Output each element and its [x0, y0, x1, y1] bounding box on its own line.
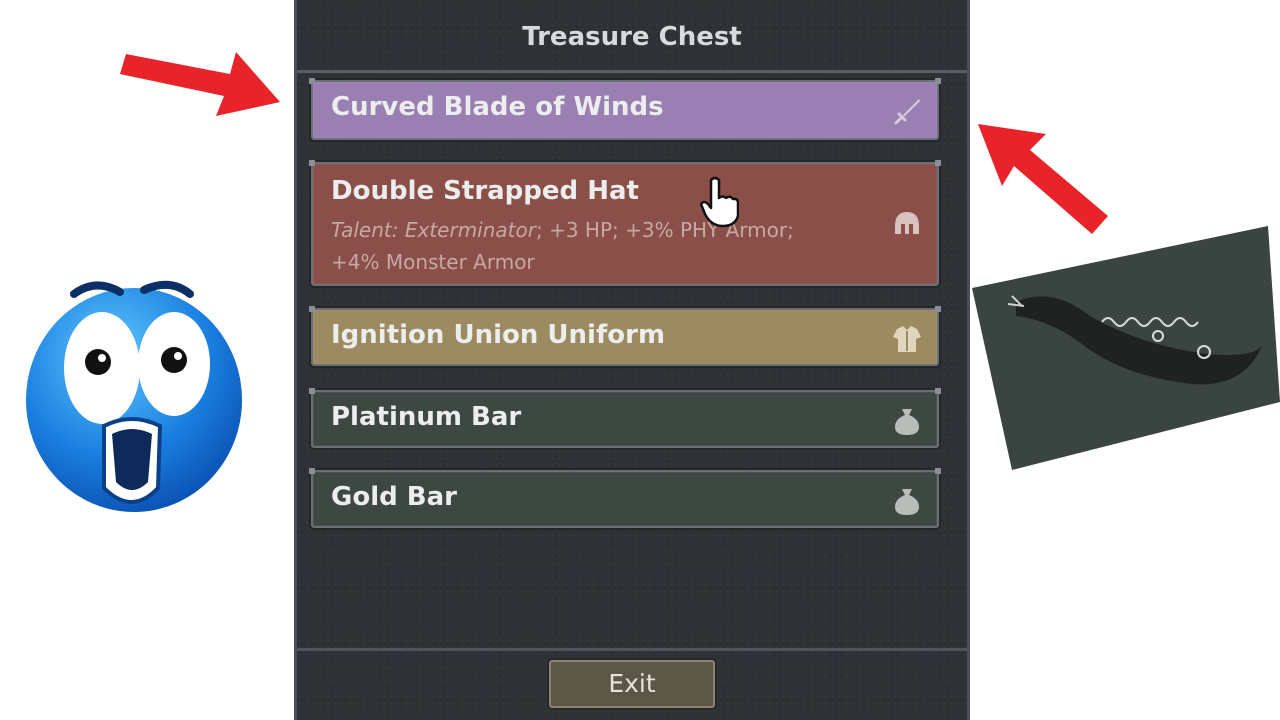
loot-item-platinum-bar[interactable]: Platinum Bar: [309, 388, 941, 448]
item-name: Double Strapped Hat: [331, 176, 639, 206]
shocked-face-emoji: [26, 280, 242, 512]
item-description: Talent: Exterminator; +3 HP; +3% PHY Arm…: [331, 218, 794, 274]
exit-button[interactable]: Exit: [549, 660, 715, 708]
left-red-arrow: [120, 52, 280, 116]
loot-item-gold-bar[interactable]: Gold Bar: [309, 468, 941, 528]
helmet-icon: [895, 212, 919, 234]
item-name: Curved Blade of Winds: [331, 92, 664, 122]
pouch-icon: [895, 489, 919, 515]
sword-icon: [894, 99, 920, 125]
item-name: Platinum Bar: [331, 402, 522, 432]
panel-title: Treasure Chest: [522, 22, 742, 52]
loot-item-curved-blade[interactable]: Curved Blade of Winds: [309, 78, 941, 140]
item-name: Ignition Union Uniform: [331, 320, 666, 350]
right-red-arrow: [978, 124, 1108, 234]
item-name: Gold Bar: [331, 482, 457, 512]
armor-icon: [893, 326, 921, 352]
hand-cursor-icon: [699, 176, 739, 228]
loot-item-double-strapped-hat[interactable]: Double Strapped Hat Talent: Exterminator…: [309, 160, 941, 286]
pouch-icon: [895, 409, 919, 435]
loot-item-ignition-union-uniform[interactable]: Ignition Union Uniform: [309, 306, 941, 366]
treasure-chest-panel: Treasure Chest Curved Blade of Winds Dou…: [294, 0, 970, 720]
footer-divider: [297, 648, 967, 651]
title-bar: Treasure Chest: [297, 0, 967, 73]
curved-sword-image: [972, 226, 1280, 470]
